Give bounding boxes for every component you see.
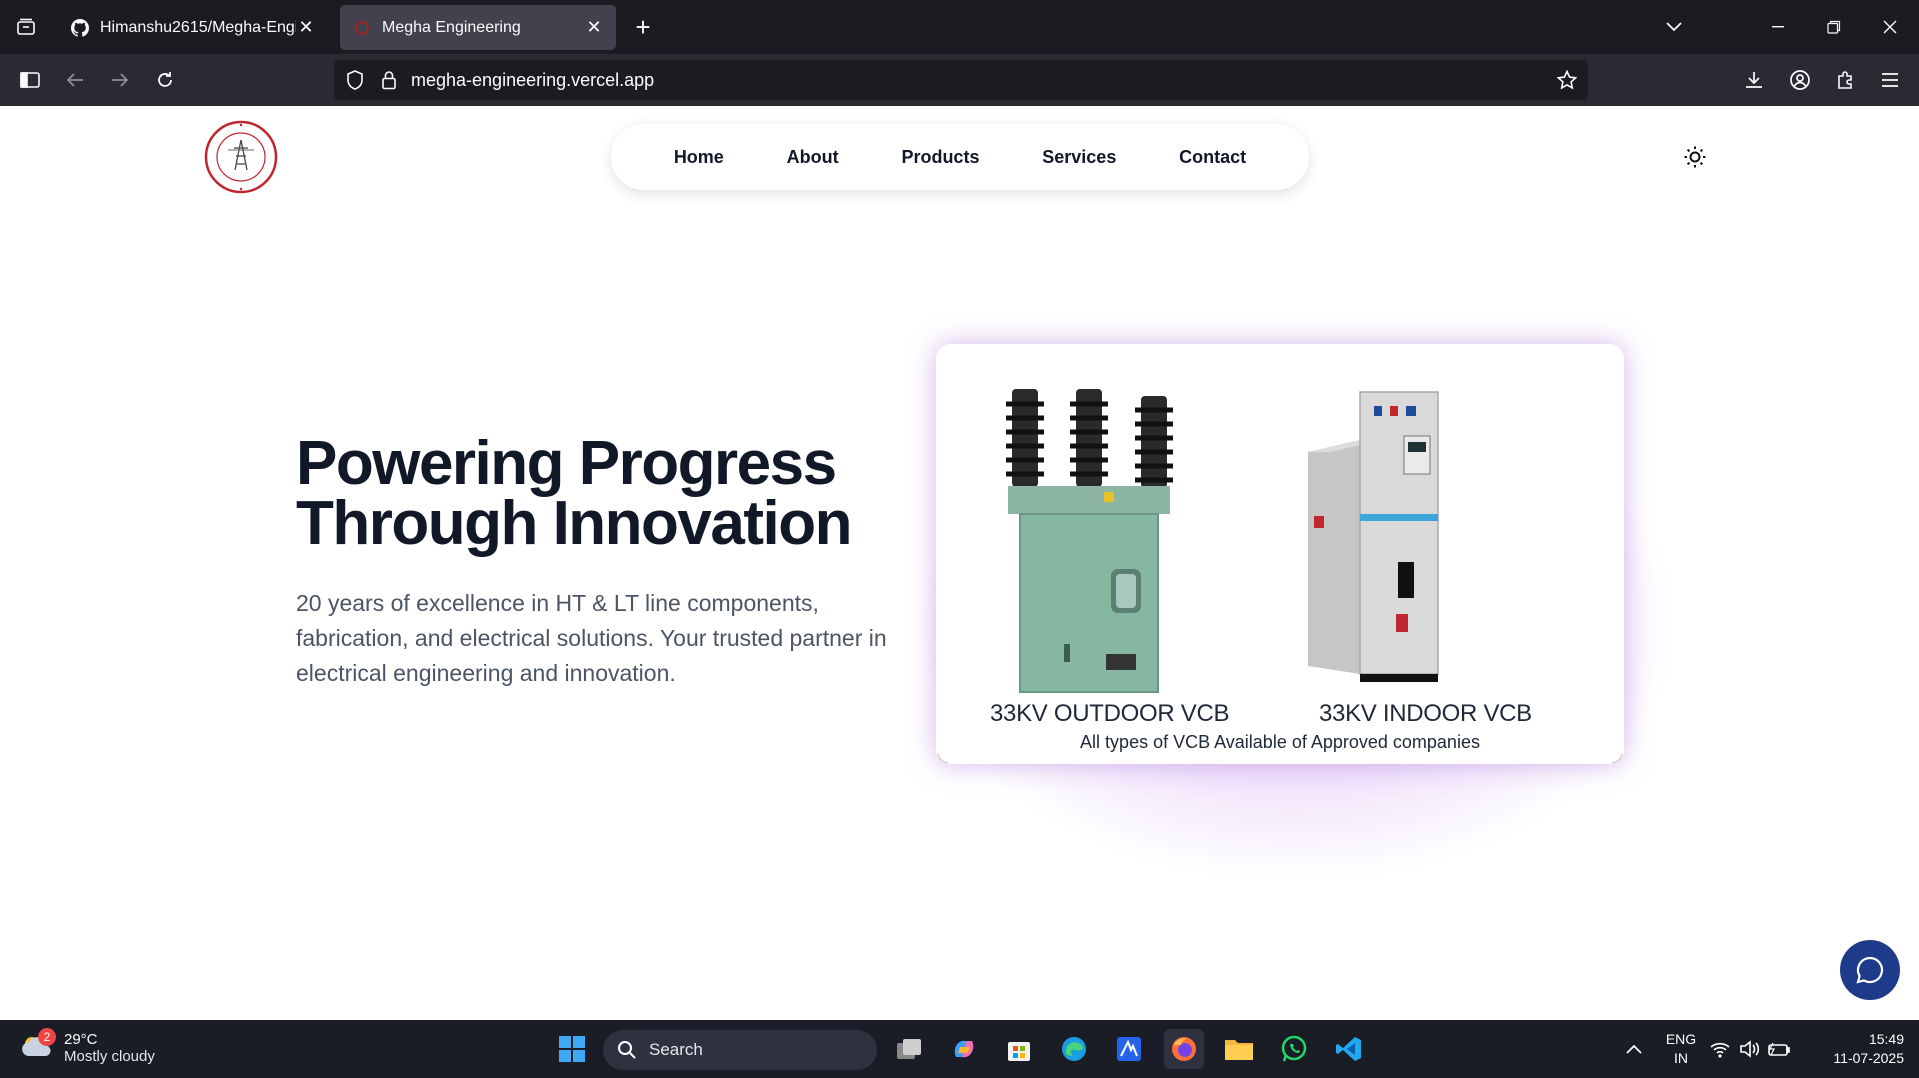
web-page: Home About Products Services Contact Pow… (0, 106, 1919, 1020)
menu-icon[interactable] (1873, 63, 1907, 97)
outdoor-vcb-label: 33KV OUTDOOR VCB (990, 700, 1230, 727)
taskbar-search-label: Search (649, 1040, 703, 1059)
browser-toolbar: megha-engineering.vercel.app (0, 54, 1919, 106)
clock[interactable]: 15:49 11-07-2025 (1812, 1030, 1904, 1068)
cloud-icon: 2 (20, 1028, 56, 1066)
shield-icon[interactable] (342, 67, 368, 93)
minimize-icon[interactable] (1750, 0, 1806, 54)
restore-icon[interactable] (1806, 0, 1862, 54)
url-text[interactable]: megha-engineering.vercel.app (411, 70, 654, 91)
nav-products[interactable]: Products (901, 147, 979, 168)
language-line-2: IN (1674, 1050, 1688, 1066)
site-favicon-icon (352, 18, 372, 38)
weather-desc: Mostly cloudy (64, 1048, 155, 1065)
search-icon (618, 1041, 636, 1059)
hero-subtitle: 20 years of excellence in HT & LT line c… (296, 590, 887, 686)
nav-services[interactable]: Services (1042, 147, 1116, 168)
close-window-icon[interactable] (1862, 0, 1918, 54)
close-tab-icon[interactable]: ✕ (584, 17, 604, 38)
app-icon-blue[interactable] (1109, 1029, 1149, 1069)
tab-megha-engineering[interactable]: Megha Engineering ✕ (340, 5, 616, 50)
tab-overflow-chevron-icon[interactable] (1646, 0, 1702, 54)
hero-title-line-1: Powering Progress (296, 429, 837, 498)
tab-list-icon[interactable] (0, 0, 52, 54)
weather-badge: 2 (38, 1028, 56, 1046)
hero-title-line-2: Through Innovation (296, 489, 853, 558)
vscode-icon[interactable] (1329, 1029, 1369, 1069)
tab-title: Himanshu2615/Megha-Enginee (100, 18, 296, 36)
taskbar-search[interactable]: Search (603, 1030, 877, 1070)
tab-title: Megha Engineering (382, 18, 521, 36)
address-bar[interactable]: megha-engineering.vercel.app (334, 60, 1588, 100)
outdoor-vcb-image (1006, 389, 1173, 693)
theme-toggle-sun-icon[interactable] (1680, 142, 1710, 172)
close-tab-icon[interactable]: ✕ (296, 17, 316, 38)
chat-button[interactable] (1840, 940, 1900, 1000)
chat-bubble-icon (1856, 956, 1884, 984)
back-arrow-icon[interactable] (58, 63, 92, 97)
sidebar-toggle-icon[interactable] (13, 63, 47, 97)
weather-widget[interactable]: 2 29°C Mostly cloudy (20, 1028, 155, 1066)
tab-github[interactable]: Himanshu2615/Megha-Enginee ✕ (58, 5, 328, 50)
firefox-icon[interactable] (1164, 1029, 1204, 1069)
forward-arrow-icon[interactable] (103, 63, 137, 97)
product-caption: All types of VCB Available of Approved c… (1080, 732, 1480, 752)
new-tab-icon[interactable]: + (628, 12, 658, 42)
file-explorer-icon[interactable] (1219, 1029, 1259, 1069)
lock-icon[interactable] (376, 67, 402, 93)
downloads-icon[interactable] (1737, 63, 1771, 97)
nav-home[interactable]: Home (674, 147, 724, 168)
weather-temp: 29°C (64, 1031, 98, 1048)
language-line-1: ENG (1665, 1031, 1697, 1047)
copilot-icon[interactable] (944, 1029, 984, 1069)
hero-title: Powering Progress Through Innovation (296, 433, 916, 555)
account-icon[interactable] (1783, 63, 1817, 97)
megha-enterprises-logo[interactable] (204, 120, 278, 194)
reload-icon[interactable] (148, 63, 182, 97)
product-showcase-card: 33KV OUTDOOR VCB 33KV INDOOR VCB All typ… (936, 344, 1624, 764)
language-indicator[interactable]: ENG IN (1664, 1030, 1698, 1068)
indoor-vcb-image (1308, 391, 1439, 682)
tray-chevron-up-icon[interactable] (1614, 1029, 1654, 1069)
windows-taskbar: 2 29°C Mostly cloudy Search ENG IN 15:49… (0, 1020, 1919, 1078)
system-tray-icons[interactable] (1706, 1029, 1796, 1069)
clock-time: 15:49 (1868, 1031, 1904, 1047)
windows-start-icon[interactable] (552, 1029, 592, 1069)
nav-contact[interactable]: Contact (1179, 147, 1246, 168)
site-navigation: Home About Products Services Contact (611, 124, 1309, 190)
nav-about[interactable]: About (787, 147, 839, 168)
bookmark-star-icon[interactable] (1554, 67, 1580, 93)
clock-date: 11-07-2025 (1833, 1050, 1904, 1066)
extensions-icon[interactable] (1829, 63, 1863, 97)
whatsapp-icon[interactable] (1274, 1029, 1314, 1069)
github-icon (70, 18, 90, 38)
task-view-icon[interactable] (889, 1029, 929, 1069)
edge-icon[interactable] (1054, 1029, 1094, 1069)
microsoft-store-icon[interactable] (999, 1029, 1039, 1069)
indoor-vcb-label: 33KV INDOOR VCB (1319, 700, 1532, 727)
browser-tab-strip: Himanshu2615/Megha-Enginee ✕ Megha Engin… (0, 0, 1919, 54)
